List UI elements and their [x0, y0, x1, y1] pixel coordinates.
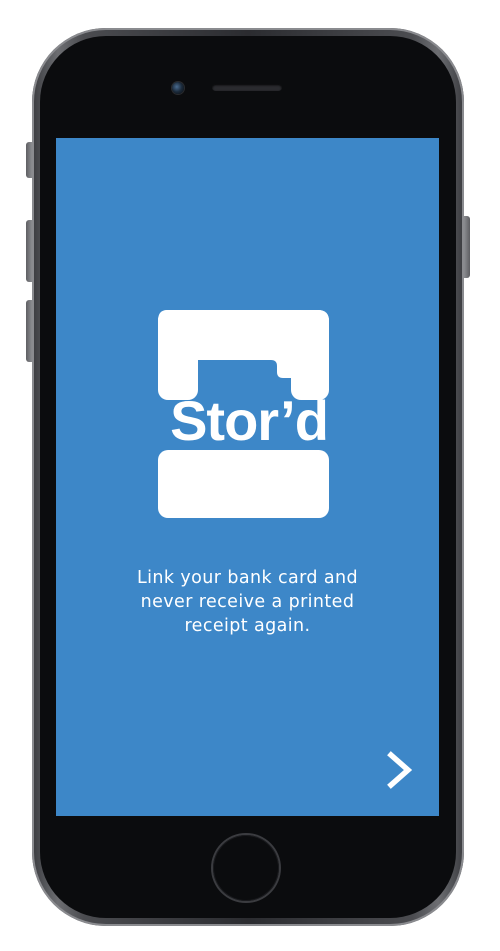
tagline-line-1: Link your bank card and: [137, 568, 358, 588]
logo-wordmark: Stor’d: [170, 389, 328, 452]
mute-switch: [26, 142, 32, 178]
logo-card-top-right: [291, 310, 329, 400]
volume-up-button: [26, 220, 32, 282]
app-screen: Stor’d Link your bank card and never rec…: [56, 138, 439, 816]
volume-down-button: [26, 300, 32, 362]
front-camera: [172, 82, 184, 94]
tagline-line-3: receipt again.: [184, 616, 311, 636]
onboarding-tagline: Link your bank card and never receive a …: [96, 566, 399, 638]
power-button: [464, 216, 470, 278]
earpiece-speaker: [212, 84, 282, 91]
next-button[interactable]: [382, 750, 418, 790]
tagline-line-2: never receive a printed: [140, 592, 355, 612]
logo-card-top-left: [158, 310, 198, 400]
logo-card-bottom: [158, 450, 329, 518]
chevron-right-icon: [387, 751, 413, 789]
stord-logo: Stor’d: [158, 310, 329, 518]
home-button[interactable]: [213, 835, 279, 901]
